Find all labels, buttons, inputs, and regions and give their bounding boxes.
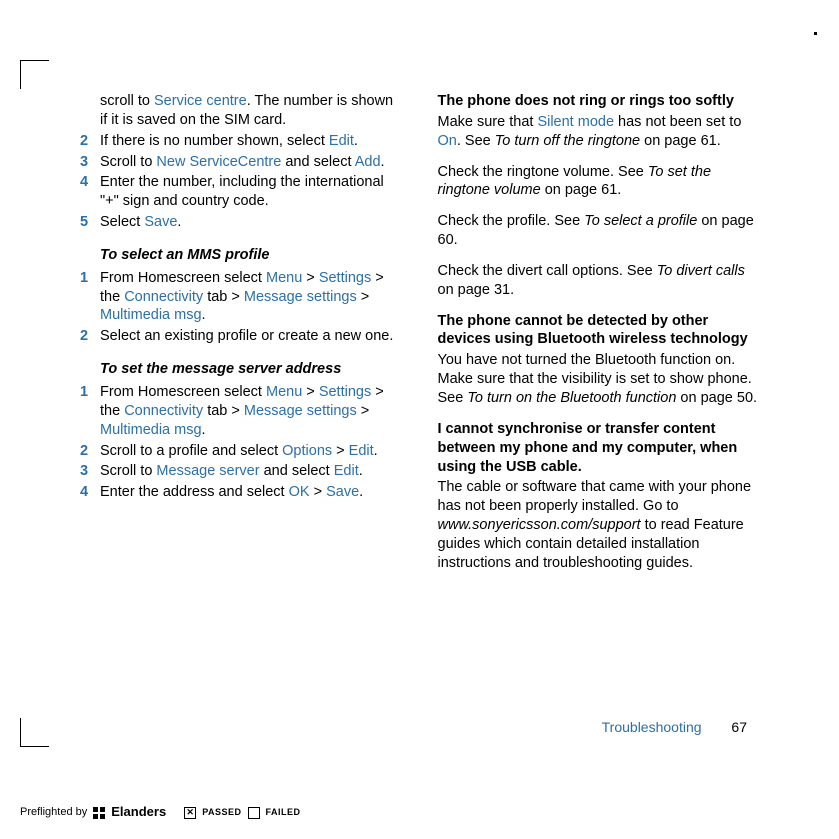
ring-para-2: Check the ringtone volume. See To set th… (438, 163, 760, 201)
crop-mark-bottom-left (20, 718, 49, 747)
block-ring: The phone does not ring or rings too sof… (438, 92, 760, 151)
step-number: 2 (80, 327, 100, 346)
step-body: Enter the number, including the internat… (100, 173, 402, 211)
crop-mark-top-right-dot (814, 32, 817, 35)
failed-label: FAILED (266, 807, 301, 819)
step-body: Enter the address and select OK > Save. (100, 483, 402, 502)
usb-heading: I cannot synchronise or transfer content… (438, 420, 760, 477)
steps-group-2: 1From Homescreen select Menu > Settings … (80, 269, 402, 346)
passed-label: PASSED (202, 807, 241, 819)
step-line: 2Scroll to a profile and select Options … (80, 442, 402, 461)
section-head-server: To set the message server address (100, 360, 402, 379)
step-line: 4Enter the number, including the interna… (80, 173, 402, 211)
step-body: Scroll to a profile and select Options >… (100, 442, 402, 461)
step-body: If there is no number shown, select Edit… (100, 132, 402, 151)
step-number: 3 (80, 153, 100, 172)
preflight-bar: Preflighted by Elanders ✕ PASSED FAILED (20, 804, 301, 821)
usb-para: The cable or software that came with you… (438, 478, 760, 572)
step-number: 2 (80, 132, 100, 151)
step-line: 2Select an existing profile or create a … (80, 327, 402, 346)
step-number: 1 (80, 269, 100, 326)
step-body: Select Save. (100, 213, 402, 232)
step-number: 2 (80, 442, 100, 461)
step-line: 2If there is no number shown, select Edi… (80, 132, 402, 151)
step-line: 3Scroll to Message server and select Edi… (80, 462, 402, 481)
elanders-logo-icon (93, 807, 105, 819)
steps-group-1: scroll to Service centre. The number is … (80, 92, 402, 232)
ring-para-3: Check the profile. See To select a profi… (438, 212, 760, 250)
step-number: 5 (80, 213, 100, 232)
step-number: 4 (80, 173, 100, 211)
footer-section-label: Troubleshooting (602, 719, 702, 735)
step-line: 4Enter the address and select OK > Save. (80, 483, 402, 502)
step-number: 3 (80, 462, 100, 481)
steps-group-3: 1From Homescreen select Menu > Settings … (80, 383, 402, 502)
step-body-continuation: scroll to Service centre. The number is … (100, 92, 402, 130)
failed-checkbox-icon (248, 807, 260, 819)
footer-page-number: 67 (731, 719, 747, 735)
ring-heading: The phone does not ring or rings too sof… (438, 92, 760, 111)
preflight-by-label: Preflighted by (20, 805, 87, 819)
step-number: 4 (80, 483, 100, 502)
page-footer: Troubleshooting 67 (602, 718, 747, 736)
step-line: 5Select Save. (80, 213, 402, 232)
section-head-mms: To select an MMS profile (100, 246, 402, 265)
step-line: 3Scroll to New ServiceCentre and select … (80, 153, 402, 172)
step-body: Scroll to Message server and select Edit… (100, 462, 402, 481)
step-body: Select an existing profile or create a n… (100, 327, 402, 346)
step-line: 1From Homescreen select Menu > Settings … (80, 383, 402, 440)
block-bluetooth: The phone cannot be detected by other de… (438, 312, 760, 408)
block-usb: I cannot synchronise or transfer content… (438, 420, 760, 573)
step-body: From Homescreen select Menu > Settings >… (100, 269, 402, 326)
passed-checkbox-icon: ✕ (184, 807, 196, 819)
ring-para-1: Make sure that Silent mode has not been … (438, 113, 760, 151)
bluetooth-para: You have not turned the Bluetooth functi… (438, 351, 760, 408)
step-number: 1 (80, 383, 100, 440)
step-line: 1From Homescreen select Menu > Settings … (80, 269, 402, 326)
right-column: The phone does not ring or rings too sof… (438, 92, 760, 585)
content-columns: scroll to Service centre. The number is … (80, 92, 759, 585)
ring-para-4: Check the divert call options. See To di… (438, 262, 760, 300)
step-body: From Homescreen select Menu > Settings >… (100, 383, 402, 440)
crop-mark-top-left (20, 60, 49, 89)
elanders-brand: Elanders (111, 804, 166, 821)
bluetooth-heading: The phone cannot be detected by other de… (438, 312, 760, 350)
left-column: scroll to Service centre. The number is … (80, 92, 402, 585)
step-body: Scroll to New ServiceCentre and select A… (100, 153, 402, 172)
